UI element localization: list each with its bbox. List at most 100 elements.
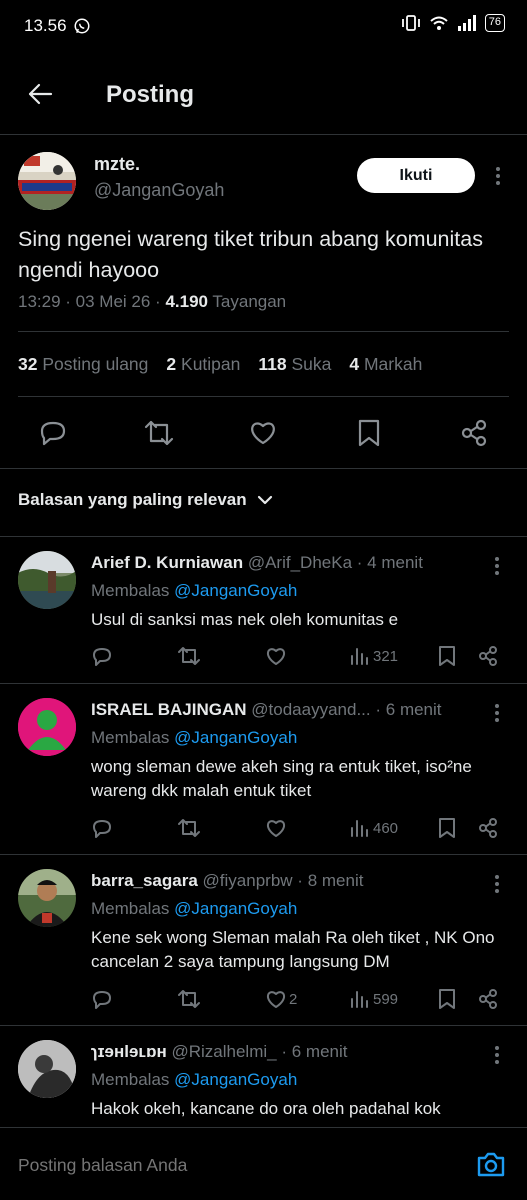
reply-input[interactable] [18, 1155, 243, 1176]
reply-icon[interactable] [91, 645, 113, 667]
reply-author-handle[interactable]: @todaayyand... [251, 700, 370, 719]
more-icon[interactable] [489, 1044, 505, 1066]
stat-reposts[interactable]: 32 Posting ulang [18, 354, 148, 375]
reply-text: wong sleman dewe akeh sing ra entuk tike… [91, 757, 472, 800]
repost-icon[interactable] [177, 817, 201, 839]
views-stat[interactable]: 460 [349, 817, 398, 839]
reply-time[interactable]: 8 menit [308, 871, 364, 890]
views-stat[interactable]: 321 [349, 645, 398, 667]
status-time: 13.56 [24, 16, 91, 36]
like-icon[interactable] [265, 645, 289, 667]
status-indicators: 76 [401, 14, 505, 32]
bookmark-icon[interactable] [437, 645, 457, 667]
reply-author-name[interactable]: barra_sagara [91, 871, 198, 890]
reply-text: Hakok okeh, kancane do ora oleh padahal … [91, 1099, 441, 1118]
reply-icon[interactable] [91, 988, 113, 1010]
reply-item[interactable]: ɿɪɘʜlɘʟɒʜ @Rizalhelmi_ · 6 menit Membala… [0, 1026, 527, 1126]
repost-icon[interactable] [177, 988, 201, 1010]
replying-to: Membalas @JanganGoyah [91, 1070, 298, 1089]
replying-to-handle[interactable]: @JanganGoyah [174, 581, 297, 600]
post-views-count: 4.190 [165, 292, 208, 311]
battery-indicator: 76 [484, 14, 505, 32]
avatar[interactable] [18, 551, 76, 609]
replying-to-handle[interactable]: @JanganGoyah [174, 899, 297, 918]
stats-divider [18, 396, 509, 397]
reply-icon[interactable] [91, 817, 113, 839]
like-icon[interactable] [265, 817, 289, 839]
stat-quotes[interactable]: 2 Kutipan [166, 354, 240, 375]
repost-icon[interactable] [143, 418, 175, 448]
share-icon[interactable] [459, 418, 489, 448]
views-icon [349, 988, 371, 1010]
more-icon[interactable] [489, 873, 505, 895]
avatar[interactable] [18, 869, 76, 927]
reply-item[interactable]: ISRAEL BAJINGAN @todaayyand... · 6 menit… [0, 684, 527, 854]
post-text: Sing ngenei wareng tiket tribun abang ko… [18, 227, 483, 282]
stat-bookmarks[interactable]: 4 Markah [349, 354, 422, 375]
author-handle[interactable]: @JanganGoyah [94, 180, 224, 201]
chevron-down-icon [257, 494, 273, 506]
post-views-label: Tayangan [212, 292, 287, 311]
more-icon[interactable] [489, 702, 505, 724]
signal-icon [457, 14, 477, 32]
post-stats: 32 Posting ulang 2 Kutipan 118 Suka 4 Ma… [18, 354, 422, 375]
replying-to-handle[interactable]: @JanganGoyah [174, 1070, 297, 1089]
back-arrow-icon[interactable] [26, 80, 54, 108]
views-icon [349, 817, 371, 839]
post-date[interactable]: 03 Mei 26 [76, 292, 151, 311]
avatar[interactable] [18, 1040, 76, 1098]
reply-author-handle[interactable]: @Rizalhelmi_ [171, 1042, 276, 1061]
reply-text: Usul di sanksi mas nek oleh komunitas e [91, 610, 399, 629]
post-actions [0, 414, 527, 450]
reply-author-name[interactable]: Arief D. Kurniawan [91, 553, 243, 572]
reply-item[interactable]: barra_sagara @fiyanprbw · 8 menit Membal… [0, 855, 527, 1025]
reply-author-name[interactable]: ISRAEL BAJINGAN [91, 700, 247, 719]
reply-actions: 321 [91, 645, 511, 669]
author-avatar[interactable] [18, 152, 76, 210]
bookmark-icon[interactable] [437, 817, 457, 839]
stat-likes[interactable]: 118 Suka [258, 354, 331, 375]
post-meta: 13:29 · 03 Mei 26 · 4.190 Tayangan [18, 292, 287, 311]
bookmark-icon[interactable] [437, 988, 457, 1010]
author-name[interactable]: mzte. [94, 154, 140, 175]
like-icon[interactable] [248, 418, 278, 448]
reply-time[interactable]: 4 menit [367, 553, 423, 572]
replies-sort-label: Balasan yang paling relevan [18, 490, 247, 509]
replying-to: Membalas @JanganGoyah [91, 581, 298, 600]
header-divider [0, 134, 527, 135]
camera-icon[interactable] [476, 1150, 506, 1178]
vibrate-icon [401, 14, 421, 32]
follow-button[interactable]: Ikuti [357, 158, 475, 193]
bookmark-icon[interactable] [356, 418, 382, 448]
wifi-icon [429, 14, 449, 32]
actions-divider [0, 468, 527, 469]
share-icon[interactable] [477, 988, 499, 1010]
views-stat[interactable]: 599 [349, 988, 398, 1010]
replying-to: Membalas @JanganGoyah [91, 899, 298, 918]
status-time-text: 13.56 [24, 16, 67, 35]
reply-composer [0, 1127, 527, 1200]
reply-actions: 460 [91, 817, 511, 841]
replying-to-handle[interactable]: @JanganGoyah [174, 728, 297, 747]
repost-icon[interactable] [177, 645, 201, 667]
reply-author-handle[interactable]: @Arif_DheKa [248, 553, 352, 572]
reply-text: Kene sek wong Sleman malah Ra oleh tiket… [91, 928, 495, 971]
reply-time[interactable]: 6 menit [292, 1042, 348, 1061]
reply-actions: 2 599 [91, 988, 511, 1012]
share-icon[interactable] [477, 645, 499, 667]
more-icon[interactable] [489, 555, 505, 577]
reply-icon[interactable] [38, 418, 68, 448]
replies-sort-dropdown[interactable]: Balasan yang paling relevan [18, 490, 273, 510]
like-icon[interactable]: 2 [265, 988, 297, 1010]
reply-time[interactable]: 6 menit [386, 700, 442, 719]
replying-to: Membalas @JanganGoyah [91, 728, 298, 747]
reply-item[interactable]: Arief D. Kurniawan @Arif_DheKa · 4 menit… [0, 537, 527, 683]
reply-author-handle[interactable]: @fiyanprbw [203, 871, 293, 890]
avatar[interactable] [18, 698, 76, 756]
page-title: Posting [106, 81, 194, 108]
post-time: 13:29 [18, 292, 61, 311]
more-icon[interactable] [490, 165, 506, 187]
share-icon[interactable] [477, 817, 499, 839]
views-icon [349, 645, 371, 667]
reply-author-name[interactable]: ɿɪɘʜlɘʟɒʜ [91, 1042, 167, 1061]
